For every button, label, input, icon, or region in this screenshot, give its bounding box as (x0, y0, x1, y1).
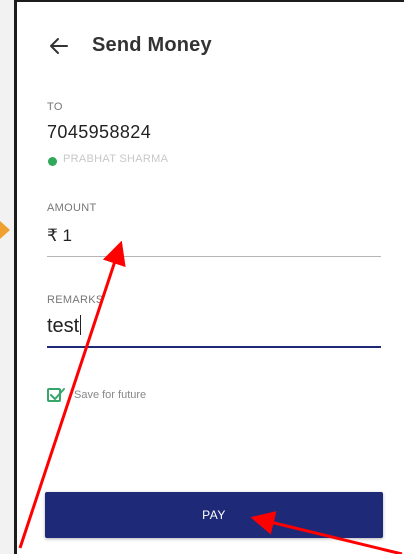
amount-underline (47, 256, 381, 257)
remarks-text: test (47, 315, 80, 337)
recipient-phone: 7045958824 (47, 122, 152, 142)
save-for-future-checkbox[interactable] (47, 388, 65, 402)
recipient-status-dot (48, 157, 57, 166)
save-for-future-label: Save for future (74, 389, 147, 401)
orange-arrow-icon (0, 221, 10, 239)
text-caret (80, 315, 82, 335)
remarks-underline (47, 346, 381, 348)
page-title: Send Money (92, 34, 212, 56)
remarks-label: REMARKS (47, 294, 104, 306)
amount-label: AMOUNT (47, 202, 97, 214)
recipient-name: PRABHAT SHARMA (63, 153, 169, 165)
arrow-left-icon[interactable] (47, 34, 71, 58)
amount-input[interactable]: ₹ 1 (47, 226, 72, 246)
to-label: TO (47, 101, 63, 113)
remarks-input[interactable]: test (47, 315, 82, 338)
send-money-screen: Send Money TO 7045958824 PRABHAT SHARMA … (14, 0, 404, 554)
app-header: Send Money (17, 2, 404, 82)
checkmark-icon (50, 388, 65, 400)
background-strip (0, 0, 14, 554)
pay-button[interactable]: PAY (45, 492, 383, 538)
